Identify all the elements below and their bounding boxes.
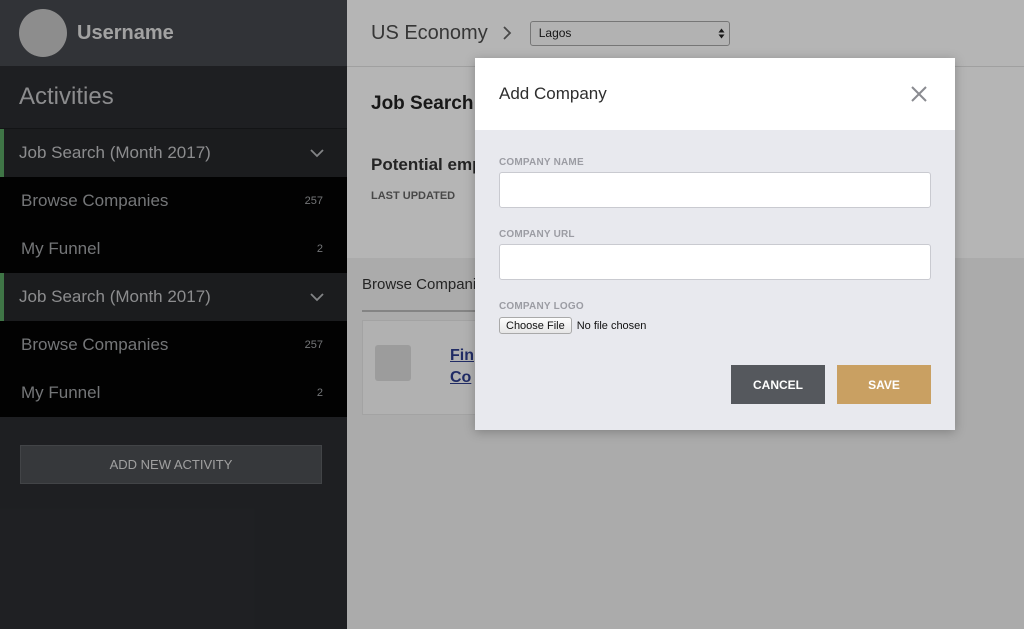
close-icon[interactable]	[909, 84, 929, 104]
choose-file-button[interactable]: Choose File	[499, 317, 572, 334]
file-status: No file chosen	[576, 319, 647, 332]
company-name-input[interactable]	[499, 172, 931, 208]
modal-title: Add Company	[499, 84, 607, 103]
company-url-label: COMPANY URL	[499, 229, 575, 240]
company-logo-label: COMPANY LOGO	[499, 301, 584, 312]
cancel-button[interactable]: CANCEL	[731, 365, 825, 404]
company-name-label: COMPANY NAME	[499, 157, 584, 168]
file-input: Choose File No file chosen	[499, 317, 646, 334]
company-url-input[interactable]	[499, 244, 931, 280]
add-company-modal: Add Company COMPANY NAME COMPANY URL COM…	[475, 58, 955, 430]
modal-header: Add Company	[475, 58, 955, 130]
save-button[interactable]: SAVE	[837, 365, 931, 404]
